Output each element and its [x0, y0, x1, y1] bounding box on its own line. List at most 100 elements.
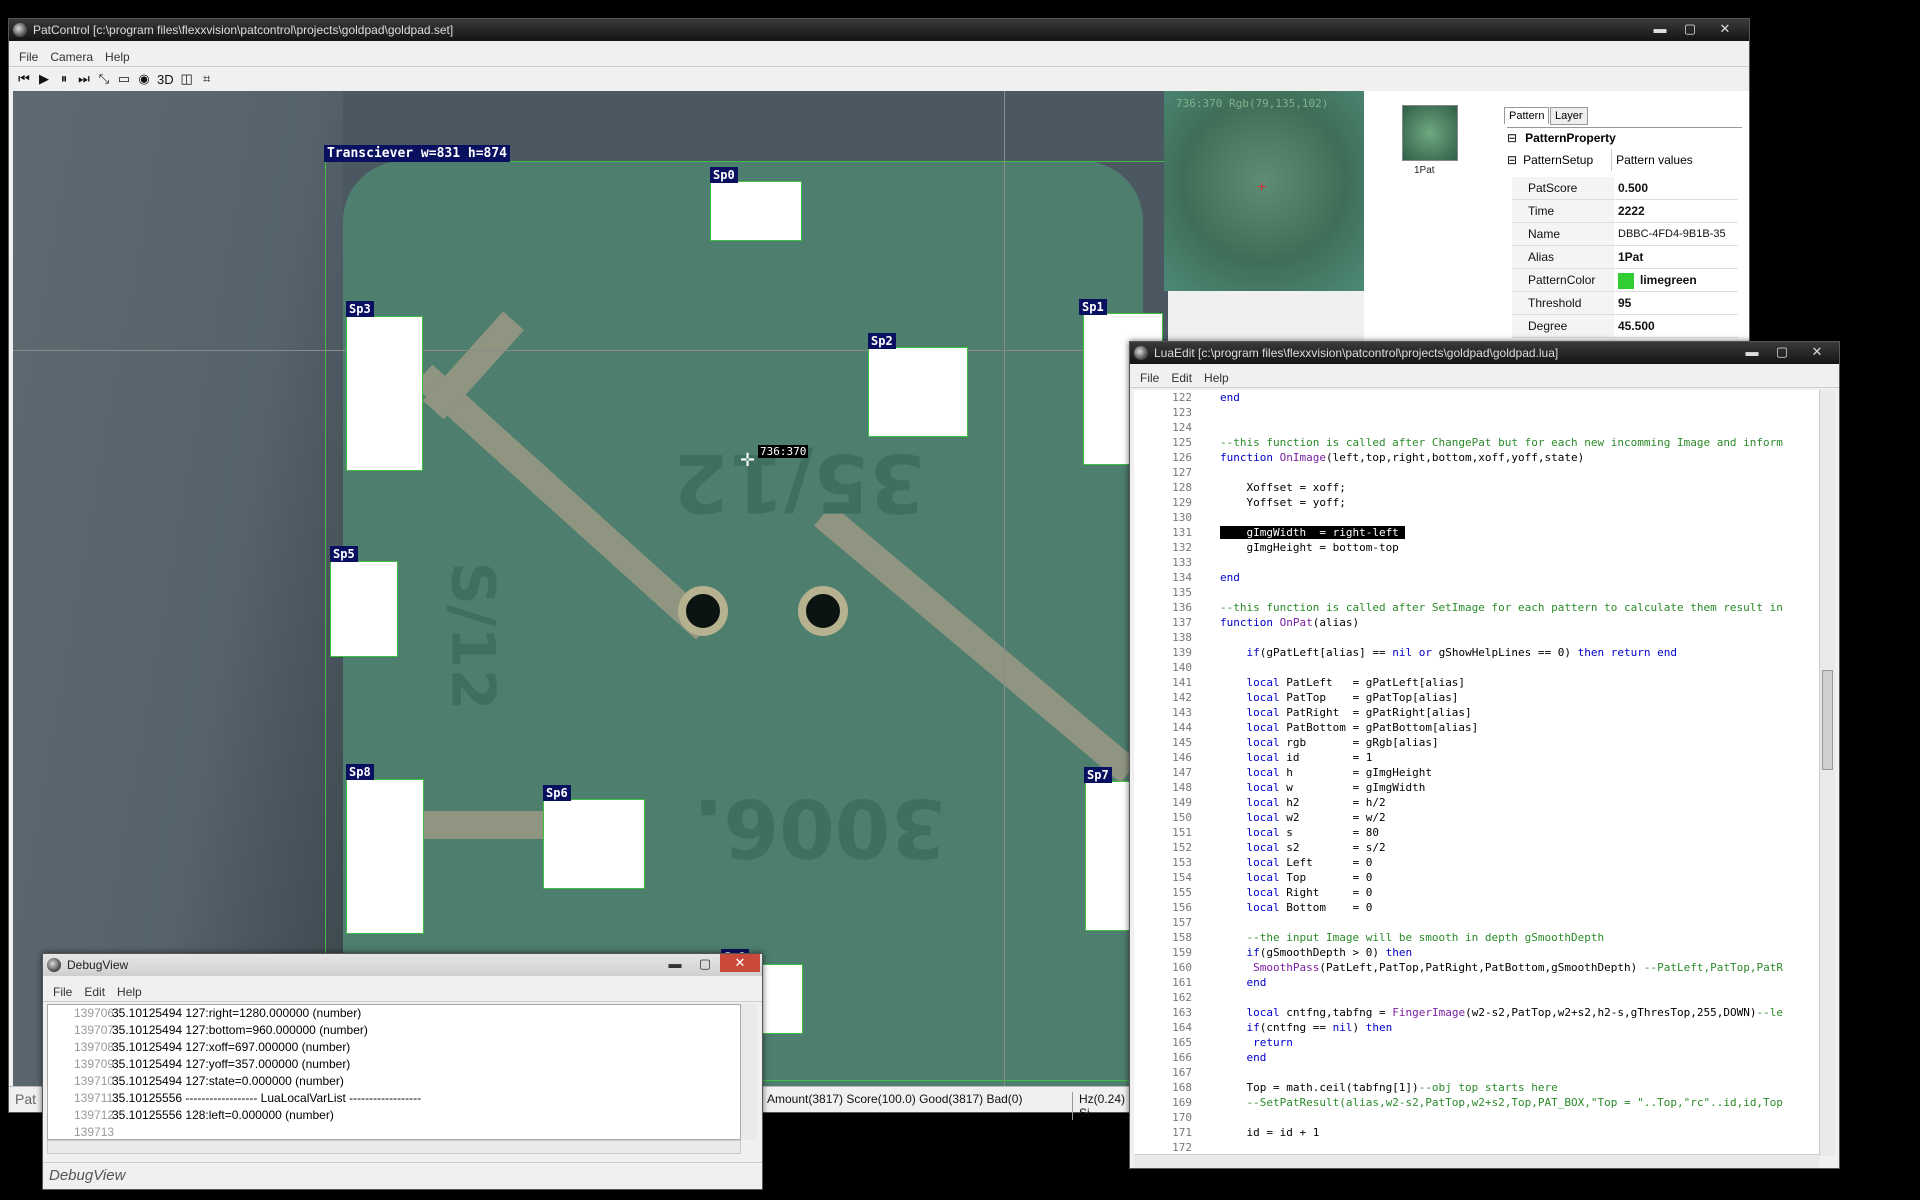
minimize-icon[interactable]: ▬: [1737, 342, 1767, 362]
property-row-threshold[interactable]: Threshold 95: [1512, 292, 1738, 315]
code-line[interactable]: 153 local Left = 0: [1134, 855, 1819, 870]
property-value[interactable]: 95: [1614, 292, 1738, 314]
code-line[interactable]: 172: [1134, 1140, 1819, 1155]
debug-log-line[interactable]: 13970835.10125494 127:xoff=697.000000 (n…: [48, 1039, 740, 1056]
maximize-icon[interactable]: ▢: [1675, 19, 1705, 39]
property-value[interactable]: 2222: [1614, 200, 1738, 222]
code-line[interactable]: 164 if(cntfng == nil) then: [1134, 1020, 1819, 1035]
code-line[interactable]: 147 local h = gImgHeight: [1134, 765, 1819, 780]
code-line[interactable]: 146 local id = 1: [1134, 750, 1819, 765]
code-line[interactable]: 145 local rgb = gRgb[alias]: [1134, 735, 1819, 750]
minimize-icon[interactable]: ▬: [660, 954, 690, 974]
maximize-icon[interactable]: ▢: [690, 954, 720, 974]
debugview-titlebar[interactable]: DebugView ▬ ▢ ✕: [43, 954, 762, 976]
code-line[interactable]: 140: [1134, 660, 1819, 675]
code-line[interactable]: 137 function OnPat(alias): [1134, 615, 1819, 630]
debug-log-line[interactable]: 13970735.10125494 127:bottom=960.000000 …: [48, 1022, 740, 1039]
code-line[interactable]: 135: [1134, 585, 1819, 600]
property-row-patscore[interactable]: PatScore 0.500: [1512, 177, 1738, 200]
code-line[interactable]: 129 Yoffset = yoff;: [1134, 495, 1819, 510]
code-line[interactable]: 143 local PatRight = gPatRight[alias]: [1134, 705, 1819, 720]
code-line[interactable]: 154 local Top = 0: [1134, 870, 1819, 885]
menu-file[interactable]: File: [1136, 368, 1163, 387]
property-row-name[interactable]: Name DBBC-4FD4-9B1B-35: [1512, 223, 1738, 246]
tab-pattern[interactable]: Pattern: [1504, 107, 1550, 124]
code-line[interactable]: 133: [1134, 555, 1819, 570]
spot-label-sp0[interactable]: Sp0: [710, 167, 738, 183]
step-forward-icon[interactable]: ⏭: [77, 71, 91, 87]
code-line[interactable]: 162: [1134, 990, 1819, 1005]
property-value[interactable]: 1Pat: [1614, 246, 1738, 268]
code-line[interactable]: 139 if(gPatLeft[alias] == nil or gShowHe…: [1134, 645, 1819, 660]
camera-view[interactable]: 35/12 3006. S/12 Transciever w=831 h=874…: [13, 91, 1168, 1087]
spot-label-sp1[interactable]: Sp1: [1079, 299, 1107, 315]
code-line[interactable]: 171 id = id + 1: [1134, 1125, 1819, 1140]
code-line[interactable]: 168 Top = math.ceil(tabfng[1])--obj top …: [1134, 1080, 1819, 1095]
code-line[interactable]: 156 local Bottom = 0: [1134, 900, 1819, 915]
collapse-icon[interactable]: ⊟: [1507, 149, 1517, 171]
code-line[interactable]: 132 gImgHeight = bottom-top: [1134, 540, 1819, 555]
code-line[interactable]: 149 local h2 = h/2: [1134, 795, 1819, 810]
patcontrol-titlebar[interactable]: PatControl [c:\program files\flexxvision…: [9, 19, 1749, 41]
close-icon[interactable]: ✕: [1705, 19, 1745, 39]
code-line[interactable]: 123: [1134, 405, 1819, 420]
code-line[interactable]: 169 --SetPatResult(alias,w2-s2,PatTop,w2…: [1134, 1095, 1819, 1110]
code-line[interactable]: 166 end: [1134, 1050, 1819, 1065]
code-line[interactable]: 163 local cntfng,tabfng = FingerImage(w2…: [1134, 1005, 1819, 1020]
debug-log[interactable]: 13970635.10125494 127:right=1280.000000 …: [47, 1004, 741, 1140]
roi-tool-icon[interactable]: ▭: [117, 71, 131, 87]
debug-vscrollbar[interactable]: [741, 1004, 757, 1140]
debug-hscrollbar[interactable]: [47, 1140, 741, 1154]
code-hscrollbar[interactable]: [1134, 1154, 1819, 1168]
spot-label-sp2[interactable]: Sp2: [868, 333, 896, 349]
property-value[interactable]: 0.500: [1614, 177, 1738, 199]
property-row-degree[interactable]: Degree 45.500: [1512, 315, 1738, 338]
menu-file[interactable]: File: [49, 982, 76, 1001]
property-row-time[interactable]: Time 2222: [1512, 200, 1738, 223]
code-line[interactable]: 144 local PatBottom = gPatBottom[alias]: [1134, 720, 1819, 735]
code-editor[interactable]: 122 end 123 124 125 --this function is called…: [1134, 390, 1819, 1156]
code-line[interactable]: 136 --this function is called after SetIm…: [1134, 600, 1819, 615]
collapse-icon[interactable]: ⊟: [1507, 131, 1517, 145]
spot-label-sp8[interactable]: Sp8: [346, 764, 374, 780]
code-line[interactable]: 161 end: [1134, 975, 1819, 990]
camera-settings-icon[interactable]: ◉: [137, 71, 151, 87]
code-line[interactable]: 125 --this function is called after Chang…: [1134, 435, 1819, 450]
code-line[interactable]: 160 SmoothPass(PatLeft,PatTop,PatRight,P…: [1134, 960, 1819, 975]
debug-log-line[interactable]: 13971235.10125556 128:left=0.000000 (num…: [48, 1107, 740, 1124]
code-line[interactable]: 126 function OnImage(left,top,right,botto…: [1134, 450, 1819, 465]
grid-icon[interactable]: ⌗: [200, 71, 214, 87]
3d-view-button[interactable]: 3D: [157, 72, 174, 87]
menu-edit[interactable]: Edit: [80, 982, 109, 1001]
property-row-alias[interactable]: Alias 1Pat: [1512, 246, 1738, 269]
code-line[interactable]: 159 if(gSmoothDepth > 0) then: [1134, 945, 1819, 960]
debug-log-line[interactable]: 13970635.10125494 127:right=1280.000000 …: [48, 1005, 740, 1022]
code-line[interactable]: 155 local Right = 0: [1134, 885, 1819, 900]
debug-log-line[interactable]: 13970935.10125494 127:yoff=357.000000 (n…: [48, 1056, 740, 1073]
menu-edit[interactable]: Edit: [1167, 368, 1196, 387]
split-view-icon[interactable]: ◫: [180, 71, 194, 87]
menu-help[interactable]: Help: [101, 47, 134, 66]
spot-label-sp7[interactable]: Sp7: [1084, 767, 1112, 783]
menu-file[interactable]: File: [15, 47, 42, 66]
minimize-icon[interactable]: ▬: [1645, 19, 1675, 39]
code-line[interactable]: 148 local w = gImgWidth: [1134, 780, 1819, 795]
code-line[interactable]: 142 local PatTop = gPatTop[alias]: [1134, 690, 1819, 705]
spot-label-sp3[interactable]: Sp3: [346, 301, 374, 317]
code-line[interactable]: 165 return: [1134, 1035, 1819, 1050]
maximize-icon[interactable]: ▢: [1767, 342, 1797, 362]
code-line[interactable]: 138: [1134, 630, 1819, 645]
select-tool-icon[interactable]: ⤡: [97, 71, 111, 87]
menu-camera[interactable]: Camera: [46, 47, 97, 66]
close-icon[interactable]: ✕: [720, 954, 760, 972]
spot-label-sp5[interactable]: Sp5: [330, 546, 358, 562]
code-line[interactable]: 158 --the input Image will be smooth in …: [1134, 930, 1819, 945]
menu-help[interactable]: Help: [1200, 368, 1233, 387]
property-value[interactable]: DBBC-4FD4-9B1B-35: [1614, 223, 1738, 245]
code-line[interactable]: 141 local PatLeft = gPatLeft[alias]: [1134, 675, 1819, 690]
step-back-icon[interactable]: ⏮: [17, 71, 31, 87]
code-line[interactable]: 127: [1134, 465, 1819, 480]
code-line[interactable]: 122 end: [1134, 390, 1819, 405]
scroll-thumb[interactable]: [1822, 670, 1833, 770]
code-line[interactable]: 128 Xoffset = xoff;: [1134, 480, 1819, 495]
